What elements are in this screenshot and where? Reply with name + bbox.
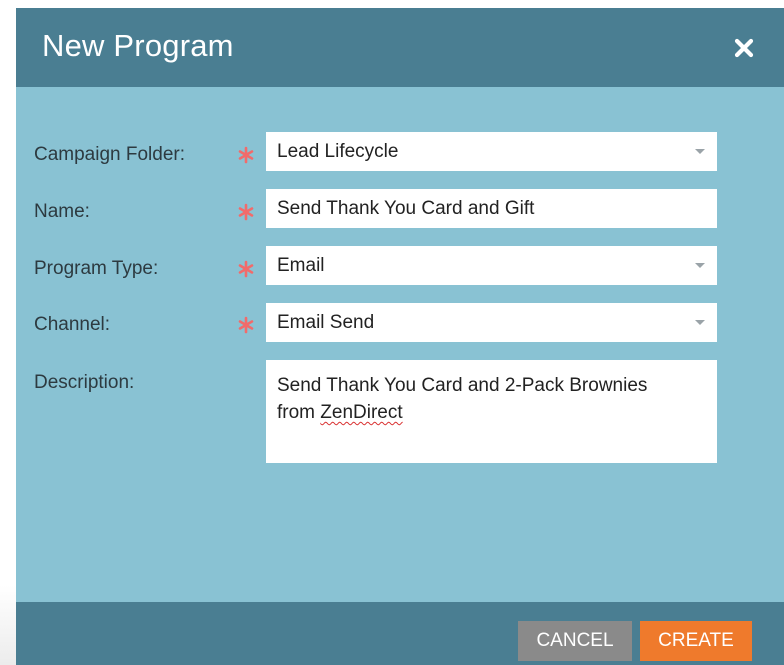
dialog-title: New Program — [42, 28, 234, 63]
name-input[interactable]: Send Thank You Card and Gift — [266, 189, 717, 228]
description-line-2: from ZenDirect — [277, 399, 705, 426]
dialog-header: New Program — [16, 8, 784, 87]
close-icon[interactable] — [734, 38, 754, 58]
chevron-down-icon — [695, 320, 705, 325]
channel-label: Channel: — [34, 314, 111, 335]
chevron-down-icon — [695, 149, 705, 154]
description-textarea[interactable]: Send Thank You Card and 2-Pack Brownies … — [266, 360, 717, 463]
chevron-down-icon — [695, 263, 705, 268]
description-line-1: Send Thank You Card and 2-Pack Brownies — [277, 375, 648, 396]
description-line-2-prefix: from — [277, 402, 321, 423]
channel-select[interactable]: Email Send — [266, 303, 717, 342]
cancel-button[interactable]: CANCEL — [518, 621, 632, 661]
program-type-value: Email — [277, 255, 325, 276]
new-program-dialog: New Program Campaign Folder: Lead Lifecy… — [16, 8, 784, 665]
required-star-icon — [238, 316, 254, 334]
dialog-footer: CANCEL CREATE — [16, 602, 784, 665]
required-star-icon — [238, 146, 254, 164]
required-star-icon — [238, 203, 254, 221]
campaign-folder-label: Campaign Folder: — [34, 144, 186, 165]
campaign-folder-select[interactable]: Lead Lifecycle — [266, 132, 717, 171]
program-type-label: Program Type: — [34, 258, 159, 279]
campaign-folder-value: Lead Lifecycle — [277, 141, 399, 162]
description-label: Description: — [34, 372, 135, 393]
name-value: Send Thank You Card and Gift — [277, 198, 535, 219]
required-star-icon — [238, 260, 254, 278]
name-label: Name: — [34, 201, 90, 222]
misspelled-word: ZenDirect — [320, 402, 403, 423]
program-type-select[interactable]: Email — [266, 246, 717, 285]
create-button[interactable]: CREATE — [640, 621, 752, 661]
channel-value: Email Send — [277, 312, 375, 333]
